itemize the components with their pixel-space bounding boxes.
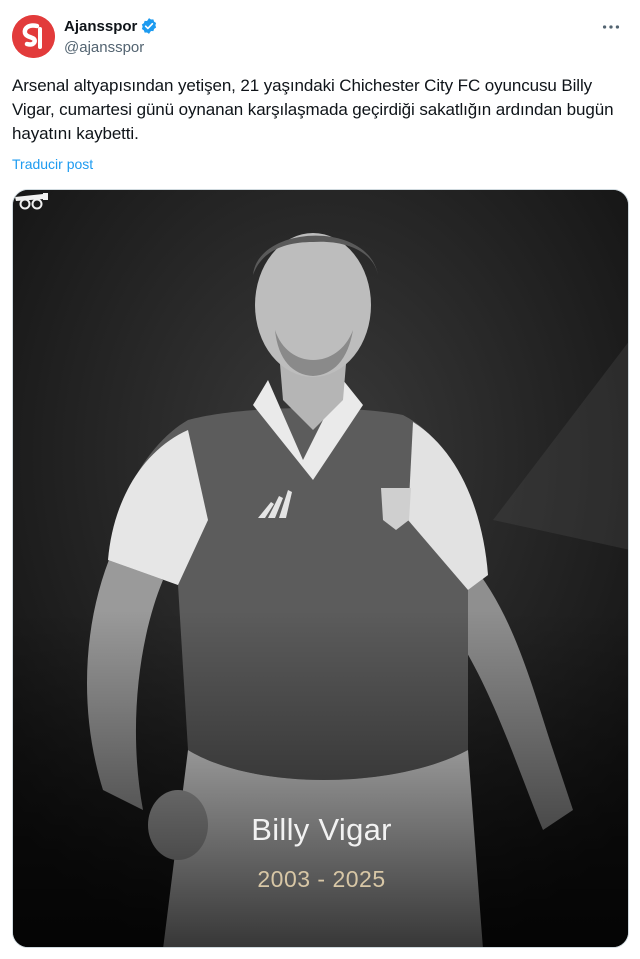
tweet-text: Arsenal altyapısından yetişen, 21 yaşınd… — [12, 76, 614, 143]
handle[interactable]: @ajansspor — [64, 39, 158, 56]
avatar[interactable] — [12, 15, 55, 58]
memorial-name: Billy Vigar — [251, 812, 392, 847]
display-name[interactable]: Ajansspor — [64, 18, 137, 35]
cannon-icon — [15, 193, 48, 210]
more-options-icon[interactable] — [600, 16, 622, 38]
ajansspor-logo-icon — [12, 15, 55, 58]
tweet-media-image[interactable]: Billy Vigar 2003 - 2025 — [12, 189, 629, 948]
memorial-years: 2003 - 2025 — [257, 866, 386, 892]
translate-post-link[interactable]: Traducir post — [12, 156, 93, 172]
verified-badge-icon — [142, 18, 157, 34]
tweet-header: Ajansspor @ajansspor — [12, 12, 628, 62]
